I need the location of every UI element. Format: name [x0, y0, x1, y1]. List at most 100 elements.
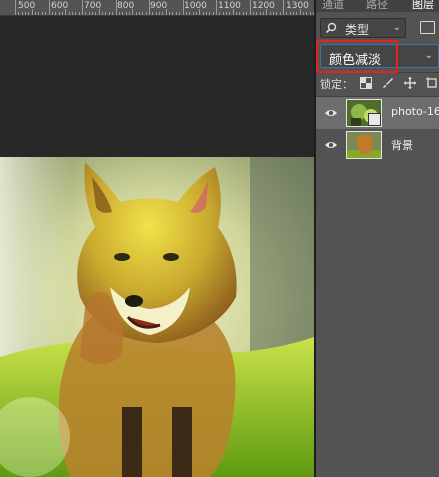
ruler-tick [179, 12, 181, 15]
tab-paths[interactable]: 路径 [366, 0, 388, 12]
ruler-tick [286, 12, 288, 15]
layer-row-photo[interactable]: photo-16 [316, 97, 439, 129]
ruler-tick [135, 12, 137, 15]
ruler-tick [306, 12, 308, 15]
chevron-down-icon: ⌄ [424, 50, 433, 61]
ruler-tick [92, 12, 94, 15]
ruler-tick [159, 12, 161, 15]
ruler-tick [189, 12, 191, 15]
ruler-tick [31, 9, 33, 15]
ruler-tick [28, 12, 30, 15]
ruler-tick [58, 12, 60, 15]
ruler-tick [219, 12, 221, 15]
horizontal-ruler: 500 600 700 800 900 1000 1100 1200 1300 [0, 0, 314, 16]
ruler-tick [216, 0, 217, 15]
ruler-tick [272, 12, 274, 15]
image-filter-icon[interactable] [420, 21, 435, 34]
ruler-tick [112, 12, 114, 15]
ruler-tick [102, 12, 104, 15]
chevron-down-icon: ⌄ [392, 22, 401, 33]
ruler-tick [195, 12, 197, 15]
layer-thumbnail [346, 131, 382, 159]
ruler-tick [105, 12, 107, 15]
fox-photo [0, 157, 314, 477]
ruler-tick [222, 12, 224, 15]
ruler-label: 1200 [252, 1, 275, 11]
layer-kind-filter[interactable]: 类型 ⌄ [320, 18, 406, 38]
layer-row-background[interactable]: 背景 [316, 129, 439, 161]
visibility-eye-icon[interactable] [324, 106, 338, 120]
ruler-tick [293, 12, 295, 15]
ruler-tick [182, 0, 184, 15]
ruler-tick [95, 12, 97, 15]
ruler-tick [299, 9, 301, 15]
ruler-label: 1100 [218, 1, 241, 11]
ruler-tick [259, 12, 261, 15]
ruler-tick [239, 12, 241, 15]
visibility-eye-icon[interactable] [324, 138, 338, 152]
ruler-label: 1300 [286, 1, 309, 11]
layer-name[interactable]: photo-16 [391, 105, 439, 118]
ruler-tick [289, 12, 291, 15]
ruler-tick [128, 12, 130, 15]
ruler-tick [68, 12, 70, 15]
layer-thumbnail-image [347, 132, 381, 158]
ruler-tick [165, 9, 167, 15]
lock-row: 锁定： [320, 76, 439, 92]
layers-panel: 通道 路径 图层 类型 ⌄ 颜色减淡 ⌄ 锁定： photo-16 背景 [316, 0, 439, 477]
ruler-tick [55, 12, 57, 15]
lock-move-icon[interactable] [404, 77, 416, 89]
layer-name[interactable]: 背景 [391, 137, 413, 153]
ruler-tick [18, 12, 20, 15]
lock-artboard-icon[interactable] [426, 77, 438, 89]
ruler-tick [78, 12, 80, 15]
tab-layers[interactable]: 图层 [412, 0, 434, 12]
ruler-tick [269, 12, 271, 15]
ruler-tick [162, 12, 164, 15]
ruler-tick [283, 0, 284, 15]
ruler-tick [309, 12, 311, 15]
ruler-tick [88, 12, 90, 15]
ruler-tick [132, 9, 134, 15]
ruler-tick [155, 12, 157, 15]
ruler-tick [185, 12, 187, 15]
lock-label: 锁定： [320, 78, 353, 91]
ruler-tick [65, 9, 67, 15]
ruler-tick [303, 12, 305, 15]
ruler-tick [75, 12, 77, 15]
ruler-tick [15, 0, 16, 15]
ruler-tick [242, 12, 244, 15]
ruler-tick [48, 0, 50, 15]
ruler-tick [108, 12, 110, 15]
lock-transparent-icon[interactable] [360, 77, 372, 89]
divider [316, 72, 439, 73]
ruler-tick [125, 12, 127, 15]
ruler-tick [85, 12, 87, 15]
ruler-tick [262, 12, 264, 15]
ruler-tick [229, 12, 231, 15]
ruler-tick [71, 12, 73, 15]
ruler-tick [279, 12, 281, 15]
search-icon [325, 22, 337, 34]
ruler-tick [169, 12, 171, 15]
ruler-tick [122, 12, 124, 15]
ruler-tick [276, 12, 278, 15]
ruler-tick [115, 0, 117, 15]
ruler-tick [209, 12, 211, 15]
ruler-tick [172, 12, 174, 15]
ruler-tick [118, 12, 120, 15]
ruler-tick [175, 12, 177, 15]
ruler-tick [256, 12, 258, 15]
document-canvas[interactable] [0, 16, 314, 477]
ruler-tick [145, 12, 147, 15]
smart-object-badge-icon [368, 113, 381, 126]
ruler-tick [205, 12, 207, 15]
lock-paint-icon[interactable] [382, 77, 394, 89]
ruler-tick [249, 0, 251, 15]
ruler-tick [149, 0, 150, 15]
fox-photo-image [0, 157, 314, 477]
ruler-tick [152, 12, 154, 15]
ruler-tick [226, 12, 228, 15]
blend-mode-select[interactable]: 颜色减淡 ⌄ [320, 44, 439, 68]
tab-channels[interactable]: 通道 [322, 0, 344, 12]
